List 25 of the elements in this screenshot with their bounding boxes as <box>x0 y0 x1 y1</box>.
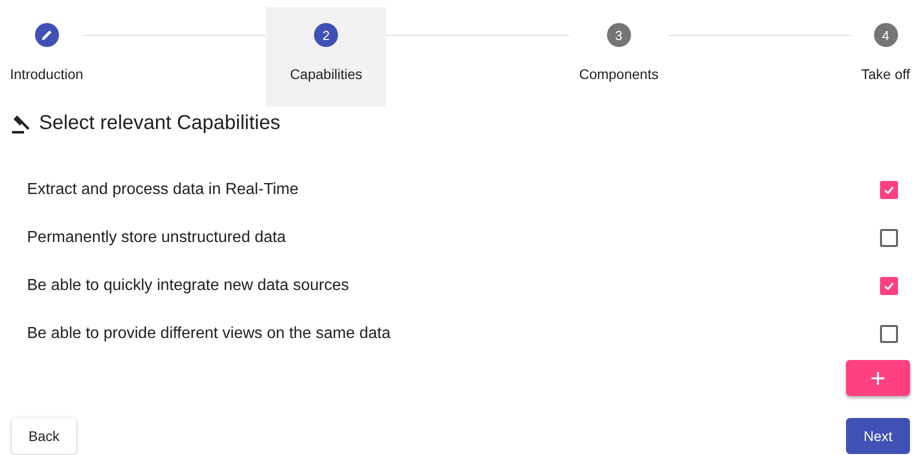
step-tab[interactable]: 3 Components <box>569 7 668 107</box>
section-heading: Select relevant Capabilities <box>39 112 280 135</box>
checkmark-icon <box>883 280 895 292</box>
back-button[interactable]: Back <box>12 418 76 454</box>
step-tab[interactable]: Introduction <box>0 7 84 107</box>
step-number: 3 <box>615 28 622 42</box>
next-button[interactable]: Next <box>846 418 910 454</box>
checkbox[interactable] <box>880 277 898 295</box>
capability-label: Be able to provide different views on the same data <box>27 325 390 343</box>
checkmark-icon <box>883 184 895 196</box>
step-tab[interactable]: 2 Capabilities <box>266 7 386 107</box>
capability-label: Be able to quickly integrate new data sources <box>27 277 349 295</box>
capability-label: Extract and process data in Real-Time <box>27 181 299 199</box>
step-label: Capabilities <box>290 66 362 82</box>
step-number: 4 <box>882 28 890 42</box>
checkbox[interactable] <box>880 325 898 343</box>
capability-label: Permanently store unstructured data <box>27 229 286 247</box>
step-number: 2 <box>322 28 330 42</box>
checkbox[interactable] <box>880 229 898 247</box>
step-label: Take off <box>861 66 910 82</box>
step-label: Components <box>579 66 658 82</box>
step-label: Introduction <box>10 66 84 82</box>
step-tab[interactable]: 4 Take off <box>851 7 910 107</box>
pencil-icon <box>40 29 53 41</box>
checkbox[interactable] <box>880 181 898 199</box>
